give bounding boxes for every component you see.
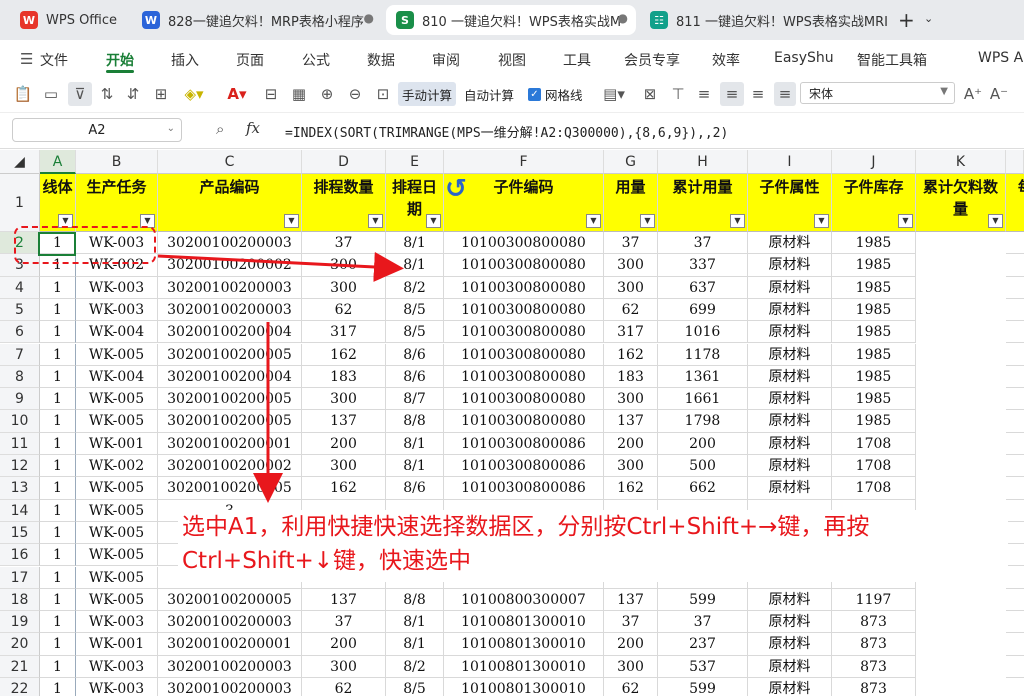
right-arrow-annotation <box>157 251 404 282</box>
instruction-annotation: 选中A1，利用快捷快速选择数据区，分别按Ctrl+Shift+→键，再按 Ctr… <box>178 510 1008 582</box>
annotation-line-1: 选中A1，利用快捷快速选择数据区，分别按Ctrl+Shift+→键，再按 <box>182 514 870 540</box>
annotation-line-2: Ctrl+Shift+↓键，快速选中 <box>182 548 472 574</box>
arrow-annotations <box>157 251 404 503</box>
